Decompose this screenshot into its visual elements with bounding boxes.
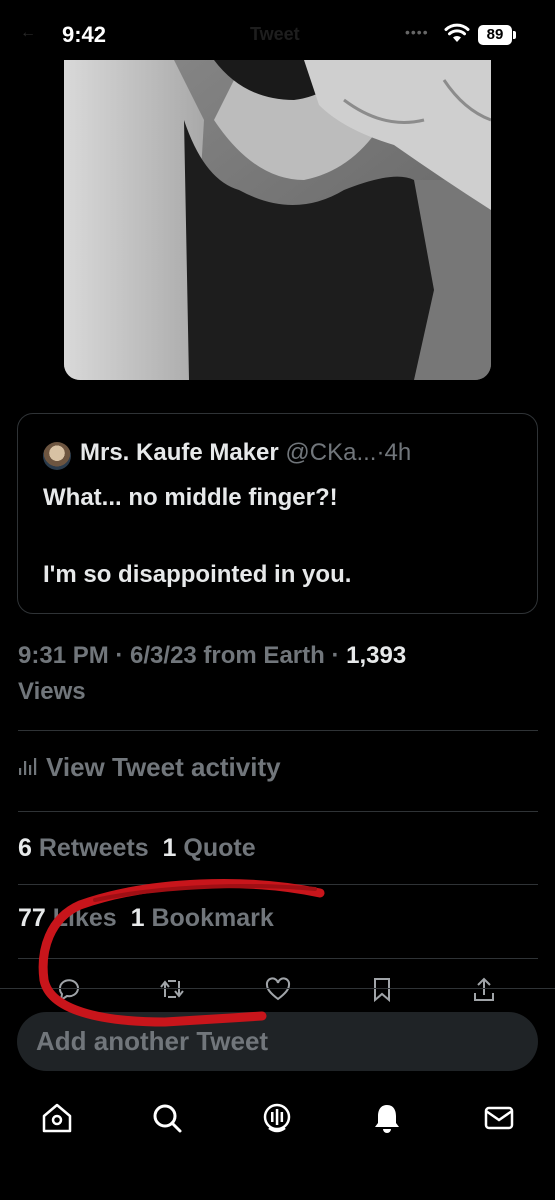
tweet-date: 6/3/23 xyxy=(130,642,197,669)
reply-input[interactable]: Add another Tweet xyxy=(17,1012,538,1071)
retweets-count: 6 xyxy=(18,834,32,862)
activity-label: View Tweet activity xyxy=(46,752,281,782)
like-stats-row: 77 Likes 1 Bookmark xyxy=(18,904,274,933)
search-icon[interactable] xyxy=(150,1101,184,1135)
bookmarks-stat[interactable]: 1 Bookmark xyxy=(131,904,274,932)
wifi-icon xyxy=(444,22,470,49)
status-time: 9:42 xyxy=(62,22,107,47)
likes-count: 77 xyxy=(18,904,46,932)
retweets-stat[interactable]: 6 Retweets xyxy=(18,834,149,862)
meta-separator: · xyxy=(108,642,131,669)
like-icon[interactable] xyxy=(264,975,292,1003)
bookmarks-count: 1 xyxy=(130,904,145,932)
bookmark-icon[interactable] xyxy=(368,975,396,1003)
battery-icon: 89 xyxy=(478,25,516,45)
retweet-icon[interactable] xyxy=(158,975,186,1003)
messages-icon[interactable] xyxy=(482,1101,516,1135)
divider xyxy=(18,730,538,731)
views-count: 1,393 xyxy=(346,642,407,669)
tweet-photo[interactable] xyxy=(64,60,491,380)
author-name[interactable]: Mrs. Kaufe Maker xyxy=(80,439,279,466)
meta-separator: · xyxy=(324,642,347,669)
quoted-tweet-text-line1: What... no middle finger?! xyxy=(43,484,338,511)
tweet-action-bar xyxy=(0,975,555,1003)
divider xyxy=(18,958,538,959)
divider xyxy=(18,884,538,885)
back-arrow-icon[interactable]: ← xyxy=(20,24,36,42)
quoted-tweet-card[interactable]: Mrs. Kaufe Maker @CKa...·4h What... no m… xyxy=(17,413,538,614)
divider xyxy=(18,811,538,812)
view-tweet-activity-link[interactable]: View Tweet activity xyxy=(18,752,281,783)
likes-stat[interactable]: 77 Likes xyxy=(18,904,117,932)
spaces-icon[interactable] xyxy=(260,1101,294,1135)
quoted-tweet-text-line2: I'm so disappointed in you. xyxy=(43,561,352,588)
quotes-stat[interactable]: 1 Quote xyxy=(163,834,256,862)
tweet-meta: 9:31 PM · 6/3/23 from Earth · 1,393 View… xyxy=(18,638,528,710)
retweet-stats-row: 6 Retweets 1 Quote xyxy=(18,834,256,863)
tweet-source: from Earth xyxy=(196,642,325,669)
likes-label: Likes xyxy=(52,904,117,932)
home-icon[interactable] xyxy=(40,1101,74,1135)
divider xyxy=(0,988,555,989)
bottom-nav xyxy=(0,1085,555,1155)
page-title: Tweet xyxy=(250,24,300,44)
notifications-icon[interactable] xyxy=(370,1101,404,1135)
tweet-time: 9:31 PM xyxy=(18,642,109,669)
analytics-icon xyxy=(18,752,38,783)
avatar[interactable] xyxy=(43,442,71,470)
reply-placeholder: Add another Tweet xyxy=(36,1026,269,1056)
quoted-tweet-header: Mrs. Kaufe Maker @CKa...·4h xyxy=(80,439,411,467)
reply-icon[interactable] xyxy=(55,975,83,1003)
quotes-label: Quote xyxy=(183,834,256,862)
signal-dots-icon: •••• xyxy=(405,24,429,40)
share-icon[interactable] xyxy=(470,975,498,1003)
tweet-age: 4h xyxy=(384,439,412,466)
status-bar: ← 9:42 Tweet •••• 89 xyxy=(0,0,555,68)
quotes-count: 1 xyxy=(162,834,177,862)
author-handle: @CKa... xyxy=(285,439,377,466)
retweets-label: Retweets xyxy=(38,834,149,862)
views-label: Views xyxy=(18,678,86,705)
bookmarks-label: Bookmark xyxy=(151,904,274,932)
